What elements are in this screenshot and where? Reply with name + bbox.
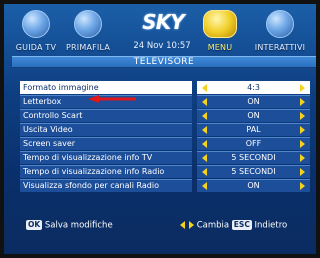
back-hint-label: Indietro — [254, 220, 288, 231]
save-hint-label: Salva modifiche — [44, 220, 113, 231]
setting-row[interactable]: Formato immagine 4:3 — [20, 81, 310, 95]
settings-list: Formato immagine 4:3 Letterbox ON Controllo … — [20, 81, 310, 193]
setting-value-selector[interactable]: ON — [197, 95, 310, 108]
setting-row[interactable]: Screen saver OFF — [20, 137, 310, 151]
left-arrow-icon[interactable] — [202, 98, 207, 106]
setting-value: 5 SECONDI — [231, 167, 276, 176]
nav-interattivi[interactable]: INTERATTIVI — [248, 10, 312, 58]
page-title: TELEVISORE — [12, 56, 316, 68]
setting-value-selector[interactable]: OFF — [197, 137, 310, 150]
nav-label: PRIMAFILA — [66, 43, 110, 52]
setting-value-selector[interactable]: 5 SECONDI — [197, 151, 310, 164]
setting-value: ON — [247, 181, 260, 190]
sky-logo: SKY — [142, 10, 184, 34]
right-arrow-icon[interactable] — [300, 154, 305, 162]
setting-row[interactable]: Letterbox ON — [20, 95, 310, 109]
setting-row[interactable]: Visualizza sfondo per canali Radio ON — [20, 179, 310, 193]
esc-key-badge: ESC — [231, 220, 252, 230]
setting-value-selector[interactable]: PAL — [197, 123, 310, 136]
setting-value-selector[interactable]: ON — [197, 109, 310, 122]
setting-row[interactable]: Tempo di visualizzazione info Radio 5 SEC… — [20, 165, 310, 179]
left-arrow-icon[interactable] — [202, 84, 207, 92]
setting-label: Tempo di visualizzazione info Radio — [20, 165, 192, 178]
save-hint: OK Salva modifiche — [26, 220, 113, 231]
tv-guide-icon — [22, 10, 50, 38]
right-arrow-icon[interactable] — [300, 182, 305, 190]
left-arrow-icon[interactable] — [202, 112, 207, 120]
tv-screen: GUIDA TV PRIMAFILA SKY 24 Nov 10:57 MENU… — [0, 0, 320, 258]
setting-value-selector[interactable]: 5 SECONDI — [197, 165, 310, 178]
nav-menu[interactable]: MENU — [195, 10, 245, 58]
setting-row[interactable]: Uscita Video PAL — [20, 123, 310, 137]
date-time: 24 Nov 10:57 — [133, 41, 191, 51]
top-navigation: GUIDA TV PRIMAFILA SKY 24 Nov 10:57 MENU… — [4, 4, 316, 60]
nav-label: GUIDA TV — [15, 43, 57, 52]
setting-row[interactable]: Tempo di visualizzazione info TV 5 SECOND… — [20, 151, 310, 165]
left-arrow-icon[interactable] — [202, 126, 207, 134]
nav-label: MENU — [207, 43, 233, 52]
setting-value: ON — [247, 111, 260, 120]
setting-label: Controllo Scart — [20, 109, 192, 122]
setting-label: Screen saver — [20, 137, 192, 150]
left-arrow-icon[interactable] — [202, 140, 207, 148]
nav-hint: Cambia ESC Indietro — [180, 220, 287, 231]
setting-label: Uscita Video — [20, 123, 192, 136]
interactive-icon — [266, 10, 294, 38]
setting-value: 5 SECONDI — [231, 153, 276, 162]
nav-label: INTERATTIVI — [254, 43, 306, 52]
setting-label: Visualizza sfondo per canali Radio — [20, 179, 192, 192]
change-hint-label: Cambia — [196, 220, 230, 231]
right-arrow-icon[interactable] — [300, 98, 305, 106]
ok-key-badge: OK — [26, 220, 43, 230]
left-right-arrows-icon — [180, 220, 194, 230]
nav-primafila[interactable]: PRIMAFILA — [60, 10, 116, 58]
setting-value: ON — [247, 97, 260, 106]
setting-value-selector[interactable]: ON — [197, 179, 310, 192]
right-arrow-icon[interactable] — [300, 126, 305, 134]
left-arrow-icon[interactable] — [202, 154, 207, 162]
right-arrow-icon[interactable] — [300, 112, 305, 120]
setting-row[interactable]: Controllo Scart ON — [20, 109, 310, 123]
red-pointer-arrow-icon — [88, 95, 136, 103]
left-arrow-icon[interactable] — [202, 168, 207, 176]
film-reel-icon — [74, 10, 102, 38]
menu-icon — [203, 10, 237, 38]
setting-value: OFF — [245, 139, 262, 148]
setting-label: Formato immagine — [20, 81, 192, 94]
right-arrow-icon[interactable] — [300, 84, 305, 92]
setting-value: 4:3 — [247, 83, 260, 92]
right-arrow-icon[interactable] — [300, 140, 305, 148]
right-arrow-icon[interactable] — [300, 168, 305, 176]
left-arrow-icon[interactable] — [202, 182, 207, 190]
nav-guida-tv[interactable]: GUIDA TV — [10, 10, 62, 58]
setting-label: Tempo di visualizzazione info TV — [20, 151, 192, 164]
setting-value-selector[interactable]: 4:3 — [197, 81, 310, 94]
footer-help: OK Salva modifiche Cambia ESC Indietro — [4, 217, 316, 239]
setting-value: PAL — [246, 125, 261, 134]
